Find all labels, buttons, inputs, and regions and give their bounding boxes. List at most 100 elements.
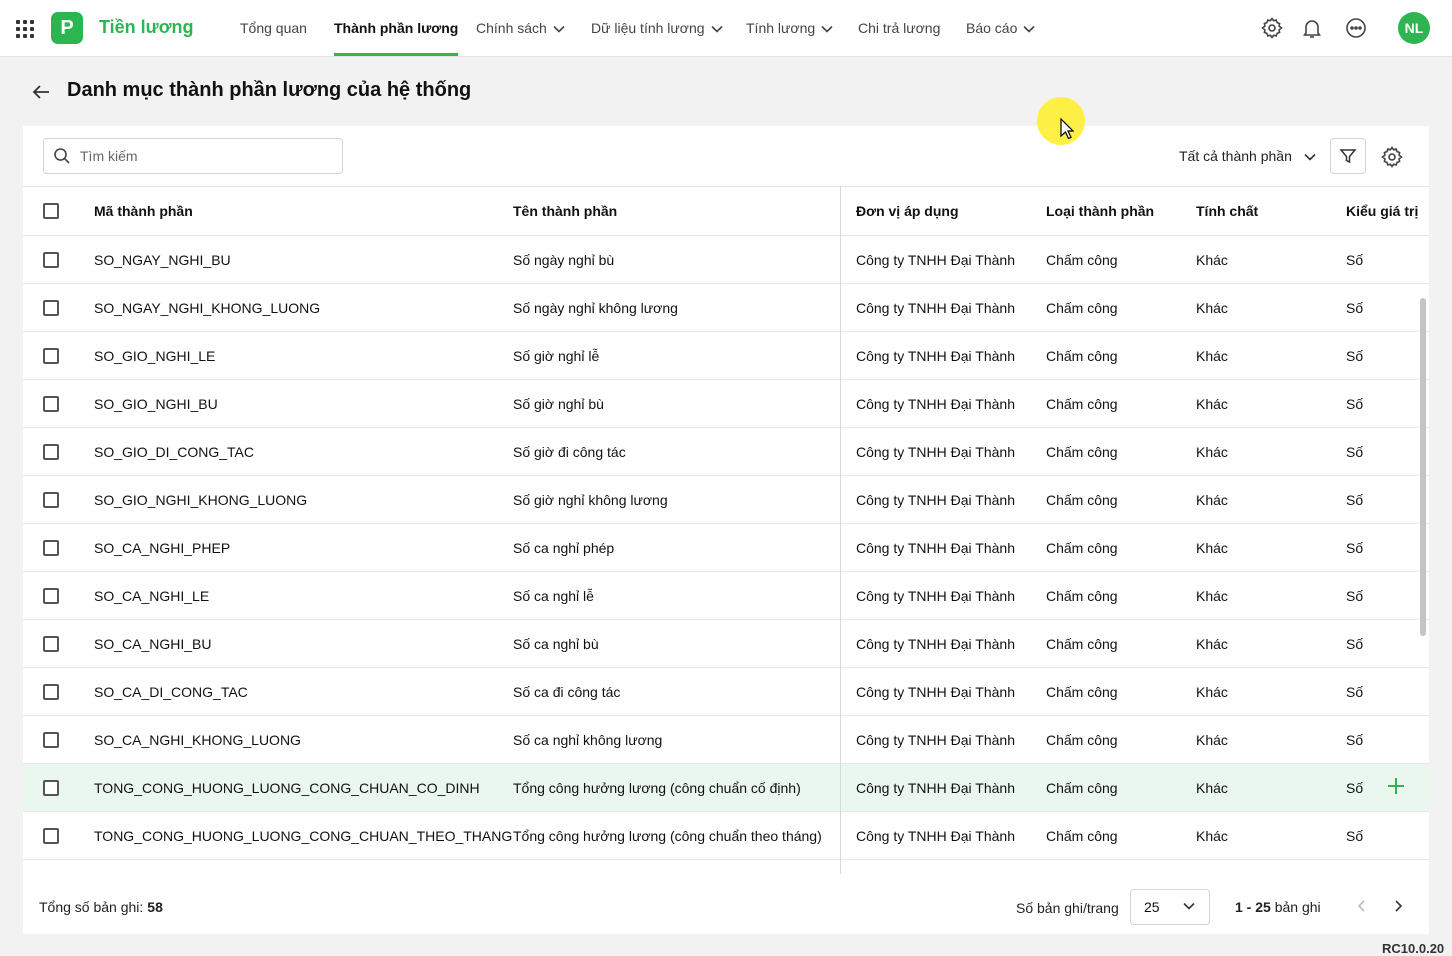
row-checkbox[interactable] [43, 683, 59, 700]
cell-type: Chấm công [1046, 635, 1118, 652]
search-input[interactable] [80, 139, 338, 173]
cell-unit: Công ty TNHH Đại Thành [856, 779, 1015, 796]
table-row[interactable]: SO_GIO_NGHI_LE Số giờ nghỉ lễ Công ty TNHH… [23, 332, 1429, 380]
cell-nature: Khác [1196, 443, 1228, 460]
chevron-down-icon [1183, 902, 1195, 910]
cell-type: Chấm công [1046, 779, 1118, 796]
table-row[interactable]: SO_GIO_DI_CONG_TAC Số giờ đi công tác Công… [23, 428, 1429, 476]
table-row[interactable]: TONG_CONG_HUONG_LUONG_CONG_CHUAN_CO_DINH… [23, 764, 1429, 812]
cell-name: Số ca nghỉ phép [513, 539, 615, 556]
nav-item-label: Thành phần lương [334, 20, 459, 36]
nav-item[interactable]: Thành phần lương [334, 0, 459, 56]
chevron-down-icon [1023, 26, 1035, 33]
cell-name: Tổng công hưởng lương (công chuẩn cố địn… [513, 779, 801, 796]
row-checkbox[interactable] [43, 731, 59, 748]
table-row[interactable]: SO_CA_DI_CONG_TAC Số ca đi công tác Công t… [23, 668, 1429, 716]
column-header-nature[interactable]: Tính chất [1196, 187, 1258, 235]
total-records: Tổng số bản ghi: 58 [39, 899, 163, 915]
cell-nature: Khác [1196, 251, 1228, 268]
cell-unit: Công ty TNHH Đại Thành [856, 251, 1015, 268]
nav-item[interactable]: Tính lương [746, 0, 833, 56]
column-settings-gear-icon[interactable] [1380, 145, 1404, 169]
column-header-name[interactable]: Tên thành phần [513, 187, 617, 235]
page-range-value: 1 - 25 [1235, 899, 1271, 915]
table-row[interactable]: SO_CA_NGHI_PHEP Số ca nghỉ phép Công ty TN… [23, 524, 1429, 572]
cell-code: SO_GIO_NGHI_LE [94, 347, 216, 364]
cell-unit: Công ty TNHH Đại Thành [856, 587, 1015, 604]
nav-item[interactable]: Tổng quan [240, 0, 307, 56]
nav-item-label: Dữ liệu tính lương [591, 20, 705, 36]
cell-code: SO_CA_NGHI_KHONG_LUONG [94, 731, 301, 748]
user-avatar[interactable]: NL [1398, 12, 1430, 44]
prev-page-icon[interactable] [1352, 896, 1372, 916]
cell-value-type: Số [1346, 347, 1364, 364]
table-row[interactable]: SO_NGAY_NGHI_KHONG_LUONG Số ngày nghỉ khô… [23, 284, 1429, 332]
row-checkbox[interactable] [43, 395, 59, 412]
cell-type: Chấm công [1046, 251, 1118, 268]
cell-value-type: Số [1346, 539, 1364, 556]
cell-value-type: Số [1346, 731, 1364, 748]
nav-item-label: Chính sách [476, 20, 547, 36]
table-row[interactable]: SO_NGAY_NGHI_BU Số ngày nghỉ bù Công ty TN… [23, 236, 1429, 284]
next-page-icon[interactable] [1388, 896, 1408, 916]
row-checkbox[interactable] [43, 779, 59, 796]
search-icon [54, 148, 70, 164]
filter-button[interactable] [1330, 138, 1366, 174]
back-arrow-icon[interactable] [30, 81, 52, 103]
vertical-scrollbar[interactable] [1420, 298, 1426, 636]
app-name[interactable]: Tiền lương [99, 17, 194, 38]
table-row[interactable]: SO_CA_NGHI_KHONG_LUONG Số ca nghỉ không l… [23, 716, 1429, 764]
row-checkbox[interactable] [43, 587, 59, 604]
row-checkbox[interactable] [43, 539, 59, 556]
cell-unit: Công ty TNHH Đại Thành [856, 827, 1015, 844]
column-header-type[interactable]: Loại thành phần [1046, 187, 1154, 235]
cell-code: SO_NGAY_NGHI_BU [94, 251, 231, 268]
table-row[interactable]: TONG_CONG_HUONG_LUONG_CONG_CHUAN_THEO_TH… [23, 812, 1429, 860]
table-row[interactable]: SO_GIO_NGHI_KHONG_LUONG Số giờ nghỉ không… [23, 476, 1429, 524]
row-checkbox[interactable] [43, 635, 59, 652]
cell-type: Chấm công [1046, 587, 1118, 604]
search-box[interactable] [43, 138, 343, 174]
cell-unit: Công ty TNHH Đại Thành [856, 395, 1015, 412]
row-checkbox[interactable] [43, 251, 59, 268]
cell-value-type: Số [1346, 779, 1364, 796]
notification-bell-icon[interactable] [1300, 16, 1324, 40]
cell-code: SO_CA_DI_CONG_TAC [94, 683, 248, 700]
row-checkbox[interactable] [43, 827, 59, 844]
settings-gear-icon[interactable] [1260, 16, 1284, 40]
per-page-select[interactable]: 25 [1130, 889, 1210, 925]
select-all-checkbox[interactable] [43, 203, 59, 219]
cell-code: SO_CA_NGHI_LE [94, 587, 210, 604]
cell-name: Số ca nghỉ bù [513, 635, 599, 652]
per-page-label: Số bản ghi/trang [1016, 900, 1119, 916]
nav-item-label: Chi trả lương [858, 20, 941, 36]
row-checkbox[interactable] [43, 443, 59, 460]
column-header-value-type[interactable]: Kiểu giá trị [1346, 187, 1418, 235]
nav-item[interactable]: Dữ liệu tính lương [591, 0, 723, 56]
row-checkbox[interactable] [43, 491, 59, 508]
table-row[interactable]: SO_CA_NGHI_LE Số ca nghỉ lễ Công ty TNHH Đ… [23, 572, 1429, 620]
add-row-plus-icon[interactable] [1386, 776, 1406, 796]
cell-type: Chấm công [1046, 539, 1118, 556]
nav-item[interactable]: Chi trả lương [858, 0, 940, 56]
cell-name: Số ca nghỉ không lương [513, 731, 663, 748]
cell-unit: Công ty TNHH Đại Thành [856, 635, 1015, 652]
table-row[interactable]: SO_CA_NGHI_BU Số ca nghỉ bù Công ty TNHH Đ… [23, 620, 1429, 668]
row-checkbox[interactable] [43, 299, 59, 316]
cell-unit: Công ty TNHH Đại Thành [856, 443, 1015, 460]
cell-name: Số ca đi công tác [513, 683, 621, 700]
total-records-label: Tổng số bản ghi: [39, 899, 144, 915]
more-options-icon[interactable] [1344, 16, 1368, 40]
cell-name: Số ngày nghỉ không lương [513, 299, 678, 316]
component-filter-dropdown[interactable]: Tất cả thành phần [1179, 148, 1316, 164]
table-row[interactable]: SO_GIO_NGHI_BU Số giờ nghỉ bù Công ty TNHH… [23, 380, 1429, 428]
cell-name: Số ca nghỉ lễ [513, 587, 594, 604]
column-header-code[interactable]: Mã thành phần [94, 187, 193, 235]
row-checkbox[interactable] [43, 347, 59, 364]
column-header-unit[interactable]: Đơn vị áp dụng [856, 187, 959, 235]
nav-item[interactable]: Báo cáo [966, 0, 1035, 56]
cell-code: SO_GIO_DI_CONG_TAC [94, 443, 255, 460]
app-grid-icon[interactable] [16, 20, 34, 38]
cell-nature: Khác [1196, 731, 1228, 748]
nav-item[interactable]: Chính sách [476, 0, 565, 56]
